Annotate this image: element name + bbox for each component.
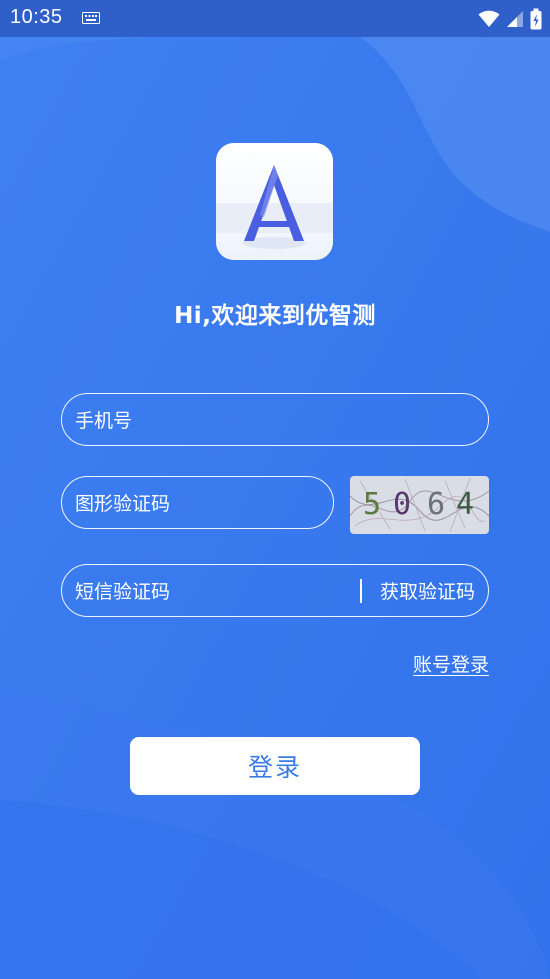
captcha-input[interactable]: 图形验证码	[61, 476, 334, 529]
wifi-icon	[478, 10, 500, 27]
keyboard-icon	[82, 12, 100, 24]
captcha-image[interactable]: 5 0 6 4	[350, 476, 489, 534]
captcha-digit-1: 5	[363, 487, 381, 522]
get-sms-code-button[interactable]: 获取验证码	[380, 565, 475, 616]
status-icons	[472, 7, 542, 31]
battery-icon	[530, 8, 542, 30]
captcha-placeholder: 图形验证码	[75, 493, 171, 515]
signal-icon	[507, 11, 523, 27]
sms-code-input[interactable]: 短信验证码 获取验证码	[61, 564, 489, 617]
app-logo	[216, 143, 333, 260]
phone-input[interactable]: 手机号	[61, 393, 489, 446]
account-login-link[interactable]: 账号登录	[413, 650, 489, 677]
login-button[interactable]: 登录	[130, 737, 420, 795]
captcha-digit-3: 6	[427, 487, 445, 522]
sms-divider	[360, 579, 362, 603]
welcome-title: Hi,欢迎来到优智测	[174, 303, 376, 329]
status-bar: 10:35	[0, 0, 550, 37]
captcha-digit-4: 4	[456, 487, 474, 522]
status-time: 10:35	[10, 6, 63, 28]
captcha-graphic: 5 0 6 4	[350, 476, 489, 534]
sms-placeholder: 短信验证码	[75, 581, 171, 603]
phone-placeholder: 手机号	[75, 410, 133, 432]
captcha-digit-2: 0	[393, 487, 411, 522]
logo-mark	[216, 143, 333, 260]
